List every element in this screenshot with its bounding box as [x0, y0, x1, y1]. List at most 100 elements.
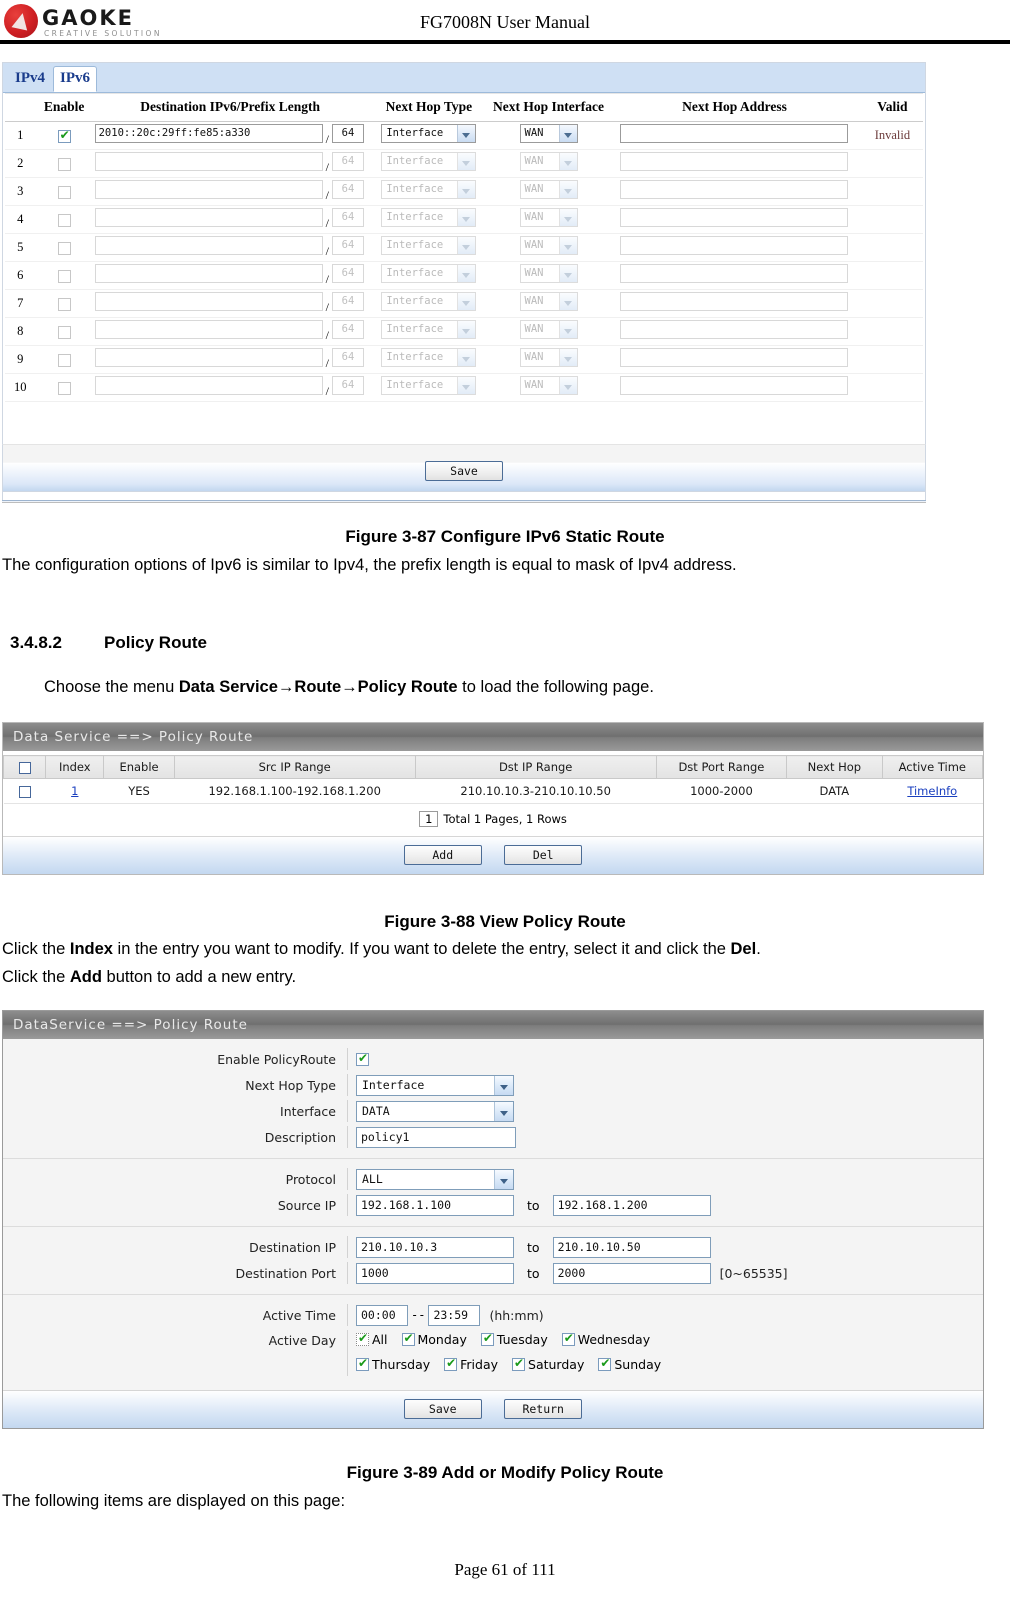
next-hop-address-input[interactable]	[620, 236, 849, 255]
row-enable-checkbox[interactable]	[57, 269, 71, 283]
description-input[interactable]: policy1	[356, 1126, 516, 1148]
active-day-all[interactable]: All	[356, 1331, 388, 1347]
destination-port-to-input[interactable]: 2000	[552, 1262, 711, 1284]
prefix-length-input[interactable]: 64	[331, 264, 364, 283]
next-hop-interface-select[interactable]: WAN	[519, 292, 578, 311]
prefix-length-input[interactable]: 64	[331, 236, 364, 255]
pager-current-page[interactable]: 1	[419, 811, 439, 827]
destination-port-from-input[interactable]: 1000	[356, 1262, 514, 1284]
row-active-time-link[interactable]: TimeInfo	[907, 784, 957, 798]
destination-ipv6-input[interactable]	[94, 320, 323, 339]
next-hop-type-select[interactable]: Interface	[381, 264, 477, 283]
day-checkbox[interactable]	[480, 1331, 494, 1346]
next-hop-type-select[interactable]: Interface	[381, 124, 477, 143]
destination-ipv6-input[interactable]	[94, 180, 323, 199]
next-hop-type-select[interactable]: Interface	[381, 180, 477, 199]
active-day-friday[interactable]: Friday	[444, 1356, 498, 1372]
save-button-form[interactable]: Save	[403, 1399, 482, 1419]
next-hop-address-input[interactable]	[620, 376, 849, 395]
next-hop-address-input[interactable]	[620, 264, 849, 283]
row-index-link[interactable]: 1	[71, 784, 78, 798]
next-hop-type-select[interactable]: Interface	[381, 376, 477, 395]
destination-ipv6-input[interactable]	[94, 376, 323, 395]
protocol-select[interactable]: ALL	[356, 1168, 514, 1190]
next-hop-interface-select[interactable]: WAN	[519, 376, 578, 395]
row-enable-checkbox[interactable]	[57, 128, 71, 143]
active-day-sunday[interactable]: Sunday	[598, 1356, 661, 1372]
day-checkbox[interactable]	[561, 1331, 575, 1346]
destination-ipv6-input[interactable]: 2010::20c:29ff:fe85:a330	[94, 124, 323, 143]
next-hop-interface-select[interactable]: WAN	[519, 348, 578, 367]
next-hop-address-input[interactable]	[620, 124, 849, 143]
prefix-length-input[interactable]: 64	[331, 320, 364, 339]
row-enable-checkbox[interactable]	[57, 353, 71, 367]
next-hop-address-input[interactable]	[620, 180, 849, 199]
prefix-length-input[interactable]: 64	[331, 208, 364, 227]
next-hop-address-input[interactable]	[620, 292, 849, 311]
tab-ipv4[interactable]: IPv4	[9, 67, 51, 91]
active-day-monday[interactable]: Monday	[401, 1331, 467, 1347]
interface-select[interactable]: DATA	[356, 1100, 514, 1122]
destination-ip-to-input[interactable]: 210.10.10.50	[552, 1236, 711, 1258]
tab-ipv6[interactable]: IPv6	[53, 66, 97, 92]
next-hop-interface-select[interactable]: WAN	[519, 152, 578, 171]
next-hop-type-select[interactable]: Interface	[381, 320, 477, 339]
day-checkbox[interactable]	[356, 1356, 369, 1371]
next-hop-interface-select[interactable]: WAN	[519, 180, 578, 199]
active-day-saturday[interactable]: Saturday	[512, 1356, 584, 1372]
destination-ipv6-input[interactable]	[94, 152, 323, 171]
prefix-length-input[interactable]: 64	[331, 152, 364, 171]
enable-policyroute-checkbox[interactable]	[356, 1051, 369, 1066]
next-hop-address-input[interactable]	[620, 152, 849, 171]
destination-ipv6-input[interactable]	[94, 292, 323, 311]
active-day-thursday[interactable]: Thursday	[356, 1356, 430, 1372]
next-hop-interface-select[interactable]: WAN	[519, 264, 578, 283]
destination-ipv6-input[interactable]	[94, 348, 323, 367]
active-day-tuesday[interactable]: Tuesday	[480, 1331, 548, 1347]
row-enable-checkbox[interactable]	[57, 325, 71, 339]
destination-ipv6-input[interactable]	[94, 236, 323, 255]
row-select-checkbox[interactable]	[18, 785, 31, 798]
row-enable-checkbox[interactable]	[57, 157, 71, 171]
day-checkbox[interactable]	[356, 1331, 369, 1346]
next-hop-type-select[interactable]: Interface	[381, 292, 477, 311]
active-time-to-input[interactable]: 23:59	[428, 1304, 481, 1326]
prefix-length-input[interactable]: 64	[331, 180, 364, 199]
next-hop-address-input[interactable]	[620, 320, 849, 339]
next-hop-address-input[interactable]	[620, 208, 849, 227]
day-checkbox[interactable]	[598, 1356, 612, 1371]
select-all-checkbox[interactable]	[18, 761, 31, 774]
day-checkbox[interactable]	[512, 1356, 526, 1371]
source-ip-to-input[interactable]: 192.168.1.200	[552, 1194, 711, 1216]
next-hop-interface-select[interactable]: WAN	[519, 236, 578, 255]
row-enable-checkbox[interactable]	[57, 381, 71, 395]
add-button[interactable]: Add	[403, 845, 482, 865]
next-hop-address-input[interactable]	[620, 348, 849, 367]
next-hop-type-select[interactable]: Interface	[381, 208, 477, 227]
row-enable-checkbox[interactable]	[57, 185, 71, 199]
next-hop-type-select[interactable]: Interface	[381, 348, 477, 367]
prefix-length-input[interactable]: 64	[331, 376, 364, 395]
next-hop-type-select[interactable]: Interface	[356, 1074, 514, 1096]
return-button[interactable]: Return	[504, 1399, 583, 1419]
day-checkbox[interactable]	[444, 1356, 458, 1371]
destination-ipv6-input[interactable]	[94, 208, 323, 227]
source-ip-from-input[interactable]: 192.168.1.100	[356, 1194, 514, 1216]
active-day-wednesday[interactable]: Wednesday	[561, 1331, 650, 1347]
save-button-ipv6[interactable]: Save	[425, 461, 503, 481]
active-time-from-input[interactable]: 00:00	[356, 1304, 408, 1326]
del-button[interactable]: Del	[504, 845, 583, 865]
next-hop-interface-select[interactable]: WAN	[519, 208, 578, 227]
next-hop-interface-select[interactable]: WAN	[519, 320, 578, 339]
next-hop-interface-select[interactable]: WAN	[519, 124, 578, 143]
row-enable-checkbox[interactable]	[57, 241, 71, 255]
destination-ip-from-input[interactable]: 210.10.10.3	[356, 1236, 514, 1258]
prefix-length-input[interactable]: 64	[331, 124, 364, 143]
next-hop-type-select[interactable]: Interface	[381, 236, 477, 255]
prefix-length-input[interactable]: 64	[331, 348, 364, 367]
prefix-length-input[interactable]: 64	[331, 292, 364, 311]
destination-ipv6-input[interactable]	[94, 264, 323, 283]
row-enable-checkbox[interactable]	[57, 213, 71, 227]
day-checkbox[interactable]	[401, 1331, 415, 1346]
next-hop-type-select[interactable]: Interface	[381, 152, 477, 171]
